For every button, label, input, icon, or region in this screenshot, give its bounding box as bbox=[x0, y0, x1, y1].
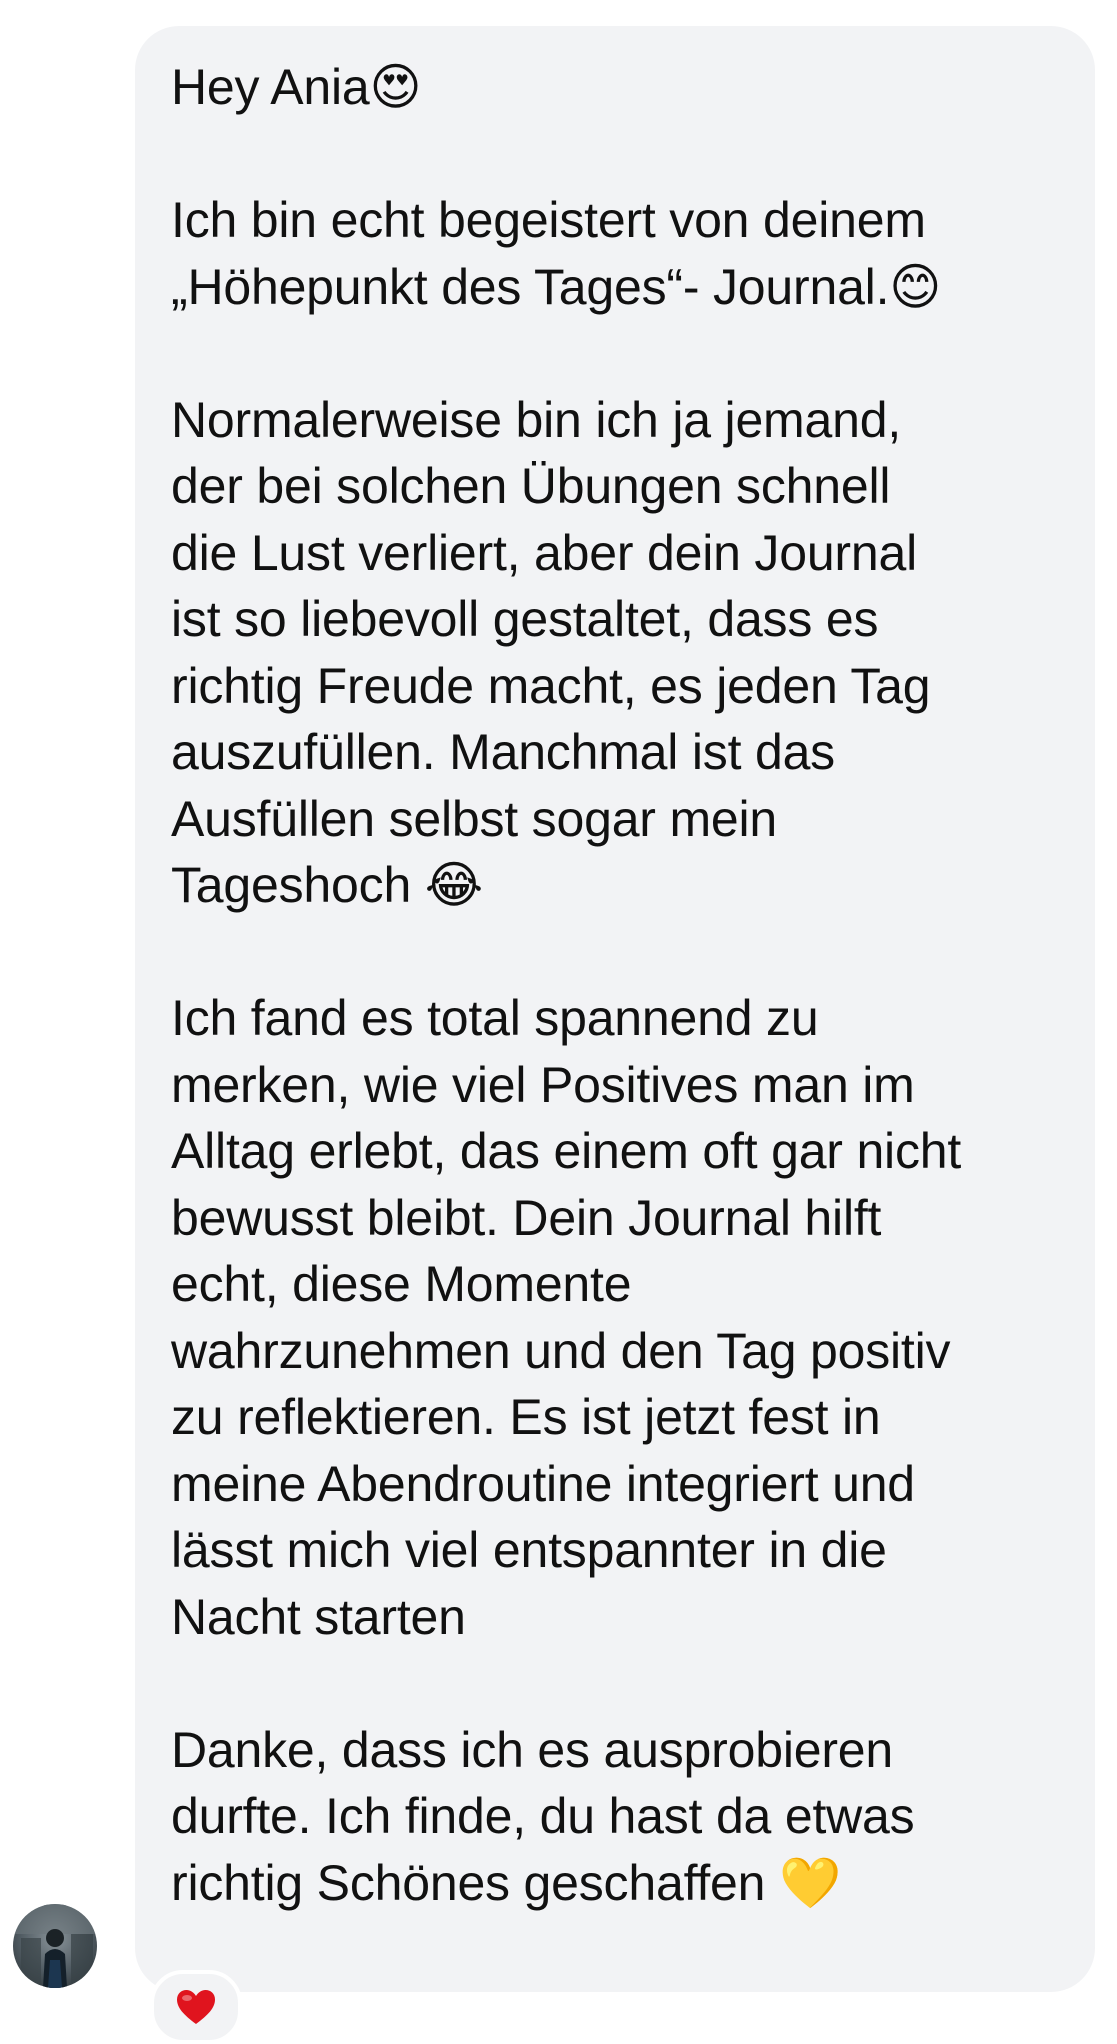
message-paragraph-usually: Normalerweise bin ich ja jemand, der bei… bbox=[171, 391, 931, 914]
sender-avatar[interactable] bbox=[13, 1904, 97, 1988]
reaction-badge[interactable] bbox=[150, 1970, 242, 2044]
message-paragraph-journal: Ich bin echt begeistert von deinem „Höhe… bbox=[171, 192, 942, 315]
message-paragraph-thanks: Danke, dass ich es ausprobieren durfte. … bbox=[171, 1721, 915, 1911]
avatar-photo-icon bbox=[13, 1904, 97, 1988]
message-text: Hey Ania😍 Ich bin echt begeistert von de… bbox=[171, 54, 1071, 1916]
heart-icon bbox=[177, 1990, 215, 2024]
message-paragraph-positive: Ich fand es total spannend zu merken, wi… bbox=[171, 990, 962, 1645]
message-paragraph-greeting: Hey Ania😍 bbox=[171, 59, 422, 115]
